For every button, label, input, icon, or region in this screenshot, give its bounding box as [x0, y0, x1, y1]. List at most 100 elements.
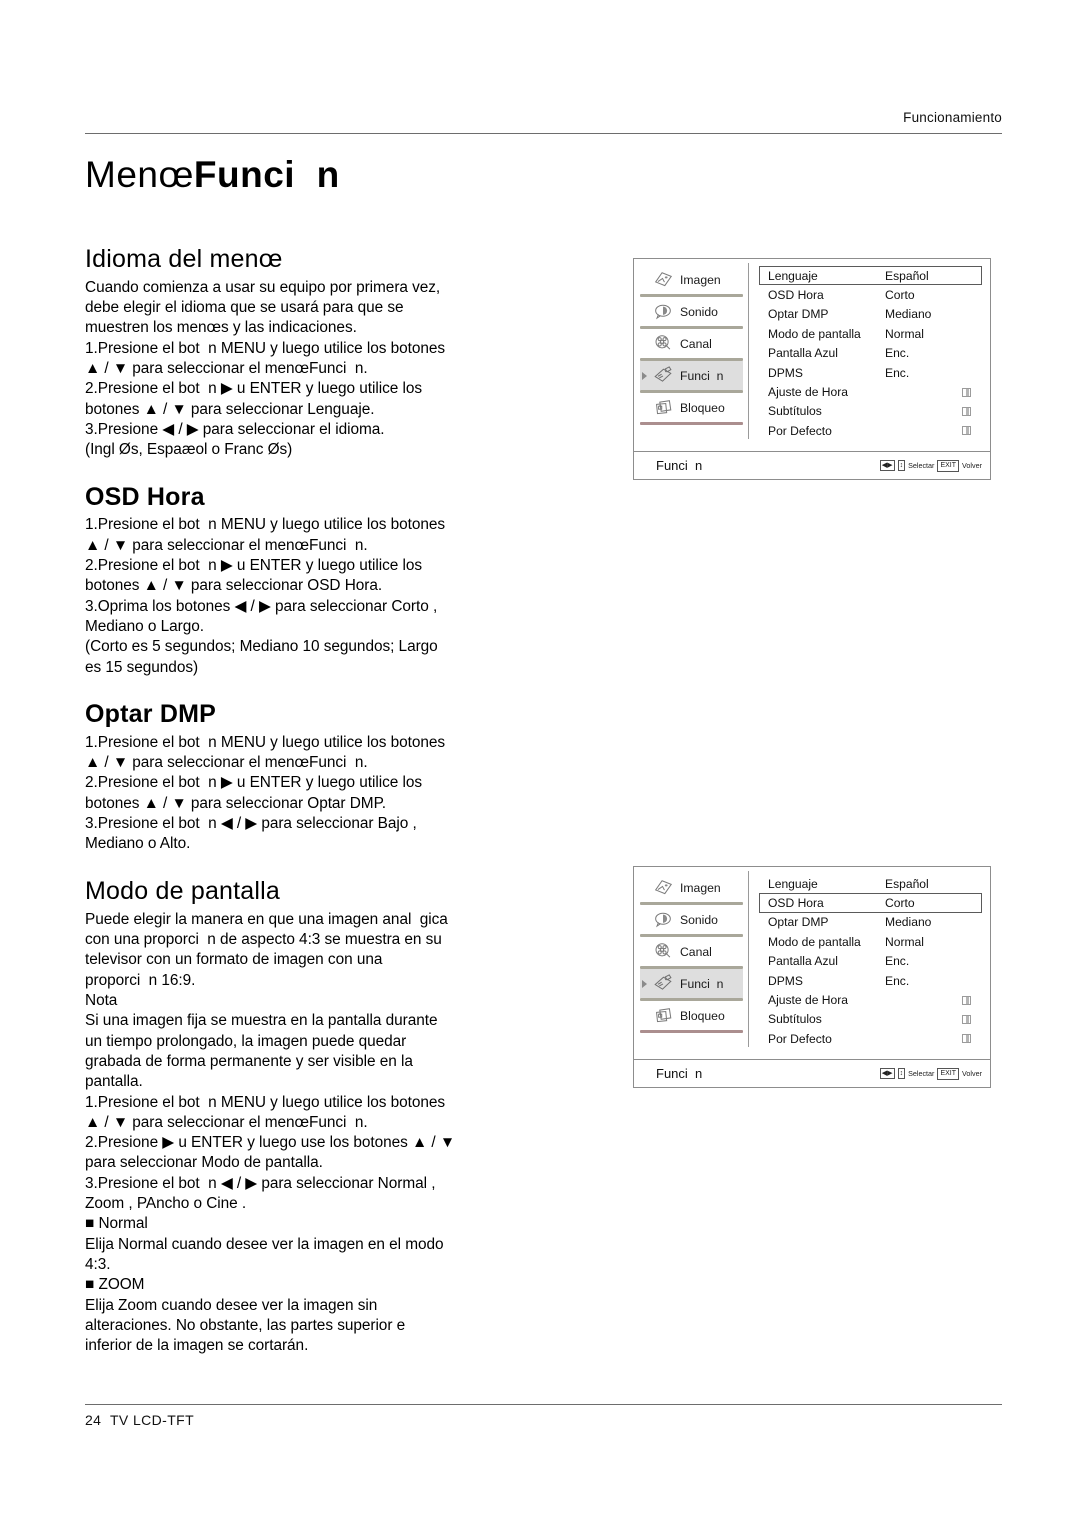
osd-menu-row[interactable]: Subtítulos: [759, 402, 982, 421]
osd-menu-row[interactable]: Ajuste de Hora: [759, 382, 982, 401]
section-heading-optar-dmp: Optar DMP: [85, 700, 216, 729]
selection-marker-icon: [642, 371, 647, 380]
osd-sidebar-item-canal[interactable]: Canal: [640, 329, 743, 358]
cards-lock-icon: [652, 1006, 674, 1025]
osd-row-indicator[interactable]: [951, 916, 982, 928]
osd-row-indicator[interactable]: [951, 289, 982, 301]
osd-row-value: Corto: [885, 896, 915, 911]
osd-menu-row[interactable]: OSD Hora Corto: [759, 285, 982, 304]
osd-back-label: Volver: [962, 1069, 982, 1078]
pencil-note-icon: [652, 974, 674, 993]
submenu-bar-icon: [962, 1014, 971, 1024]
left-right-arrows-icon: ◀▶: [879, 460, 895, 471]
cards-lock-icon: [652, 398, 674, 417]
osd-key-hints: ◀▶ ↕ Selectar EXIT Volver: [879, 459, 982, 472]
osd-row-label: Lenguaje: [768, 268, 818, 283]
page-footer: 24 TV LCD-TFT: [85, 1412, 194, 1428]
osd-row-label: DPMS: [768, 973, 803, 988]
osd-row-label: Optar DMP: [768, 915, 829, 930]
osd-menu-row[interactable]: Por Defecto: [759, 421, 982, 440]
osd-sidebar-item-sonido[interactable]: Sonido: [640, 297, 743, 326]
osd-row-indicator[interactable]: [951, 975, 982, 986]
osd-menu-row[interactable]: Subtítulos: [759, 1010, 982, 1029]
osd-menu-row[interactable]: Pantalla Azul Enc.: [759, 952, 982, 971]
speaker-icon: [652, 910, 674, 929]
arrow-right-icon: [972, 975, 982, 986]
exit-key-icon[interactable]: EXIT: [937, 459, 960, 472]
osd-row-value: Corto: [885, 288, 915, 303]
osd-footer-title: Funci n: [656, 1066, 703, 1081]
osd-row-value: Enc.: [885, 346, 910, 361]
osd-menu-row[interactable]: OSD Hora Corto: [759, 893, 982, 913]
section-optar-dmp: Optar DMP 1.Presione el bot n MENU y lue…: [85, 700, 525, 855]
osd-footer: Funci n ◀▶ ↕ Selectar EXIT Volver: [634, 451, 990, 479]
osd-row-indicator[interactable]: [951, 367, 982, 378]
osd-menu-row[interactable]: Por Defecto: [759, 1029, 982, 1048]
section-body-optar-dmp: 1.Presione el bot n MENU y luego utilice…: [85, 733, 446, 853]
osd-row-label: Subtítulos: [768, 404, 822, 419]
arrow-left-icon: [960, 955, 971, 967]
osd-row-indicator[interactable]: [951, 386, 982, 398]
osd-row-indicator[interactable]: [951, 347, 982, 359]
osd-menu-row[interactable]: Modo de pantalla Normal: [759, 932, 982, 951]
osd-row-indicator[interactable]: [951, 1033, 982, 1044]
osd-row-indicator[interactable]: [951, 308, 982, 320]
content-column: Idioma del menœ Cuando comienza a usar s…: [85, 245, 525, 1379]
osd-menu-row[interactable]: Lenguaje Español: [759, 874, 982, 893]
osd-row-indicator[interactable]: [951, 878, 982, 889]
footer-page-number: 24: [85, 1412, 102, 1428]
osd-row-value: Español: [885, 876, 929, 891]
osd-menu-row[interactable]: Ajuste de Hora: [759, 990, 982, 1009]
osd-sidebar-item-funci-n[interactable]: Funci n: [640, 969, 743, 998]
page-title: MenœFunci n: [85, 154, 340, 196]
osd-menu-row[interactable]: Pantalla Azul Enc.: [759, 344, 982, 363]
arrow-left-icon: [960, 270, 971, 281]
osd-row-indicator[interactable]: [951, 897, 982, 909]
osd-sidebar-item-label: Canal: [680, 944, 712, 959]
submenu-bar-icon: [962, 406, 971, 416]
arrow-right-icon: [972, 994, 982, 1006]
osd-sidebar-item-label: Funci n: [680, 976, 724, 991]
osd-sidebar-item-label: Canal: [680, 336, 712, 351]
osd-sidebar-item-bloqueo[interactable]: Bloqueo: [640, 393, 743, 422]
up-down-arrows-icon: ↕: [897, 1068, 906, 1079]
page-title-normal: Menœ: [85, 154, 194, 195]
arrow-right-icon: [972, 347, 982, 359]
osd-sidebar-item-imagen[interactable]: Imagen: [640, 873, 743, 902]
osd-row-value: Enc.: [885, 365, 910, 380]
osd-sidebar-item-canal[interactable]: Canal: [640, 937, 743, 966]
osd-row-indicator[interactable]: [951, 1013, 982, 1025]
osd-menu-row[interactable]: Lenguaje Español: [759, 266, 982, 286]
exit-key-icon[interactable]: EXIT: [937, 1067, 960, 1080]
osd-row-indicator[interactable]: [951, 955, 982, 967]
submenu-bar-icon: [962, 387, 971, 397]
osd-sidebar-item-label: Imagen: [680, 880, 721, 895]
running-head-section: Funcionamiento: [903, 110, 1002, 125]
osd-key-hints: ◀▶ ↕ Selectar EXIT Volver: [879, 1067, 982, 1080]
osd-menu-row[interactable]: Optar DMP Mediano: [759, 913, 982, 932]
section-idioma-del-menu: Idioma del menœ Cuando comienza a usar s…: [85, 245, 525, 461]
section-heading-idioma: Idioma del menœ: [85, 245, 283, 273]
osd-row-indicator[interactable]: [951, 270, 982, 281]
osd-sidebar-item-imagen[interactable]: Imagen: [640, 265, 743, 294]
osd-row-indicator[interactable]: [951, 328, 982, 339]
osd-sidebar-item-funci-n[interactable]: Funci n: [640, 361, 743, 390]
speaker-icon: [652, 302, 674, 321]
osd-menu-row[interactable]: Optar DMP Mediano: [759, 305, 982, 324]
osd-menu-row[interactable]: DPMS Enc.: [759, 363, 982, 382]
osd-menu-row[interactable]: DPMS Enc.: [759, 971, 982, 990]
osd-row-value: Normal: [885, 326, 924, 341]
osd-sidebar-item-sonido[interactable]: Sonido: [640, 905, 743, 934]
osd-sidebar-item-label: Funci n: [680, 368, 724, 383]
osd-row-indicator[interactable]: [951, 936, 982, 947]
osd-sidebar: Imagen Sonido Canal Funci n Bloqueo: [634, 867, 749, 1049]
osd-menu-row[interactable]: Modo de pantalla Normal: [759, 324, 982, 343]
osd-row-indicator[interactable]: [951, 425, 982, 436]
pencil-note-icon: [652, 366, 674, 385]
osd-row-label: OSD Hora: [768, 288, 824, 303]
arrow-right-icon: [972, 936, 982, 947]
osd-sidebar-item-bloqueo[interactable]: Bloqueo: [640, 1001, 743, 1030]
osd-row-indicator[interactable]: [951, 405, 982, 417]
osd-row-indicator[interactable]: [951, 994, 982, 1006]
osd-back-label: Volver: [962, 461, 982, 470]
